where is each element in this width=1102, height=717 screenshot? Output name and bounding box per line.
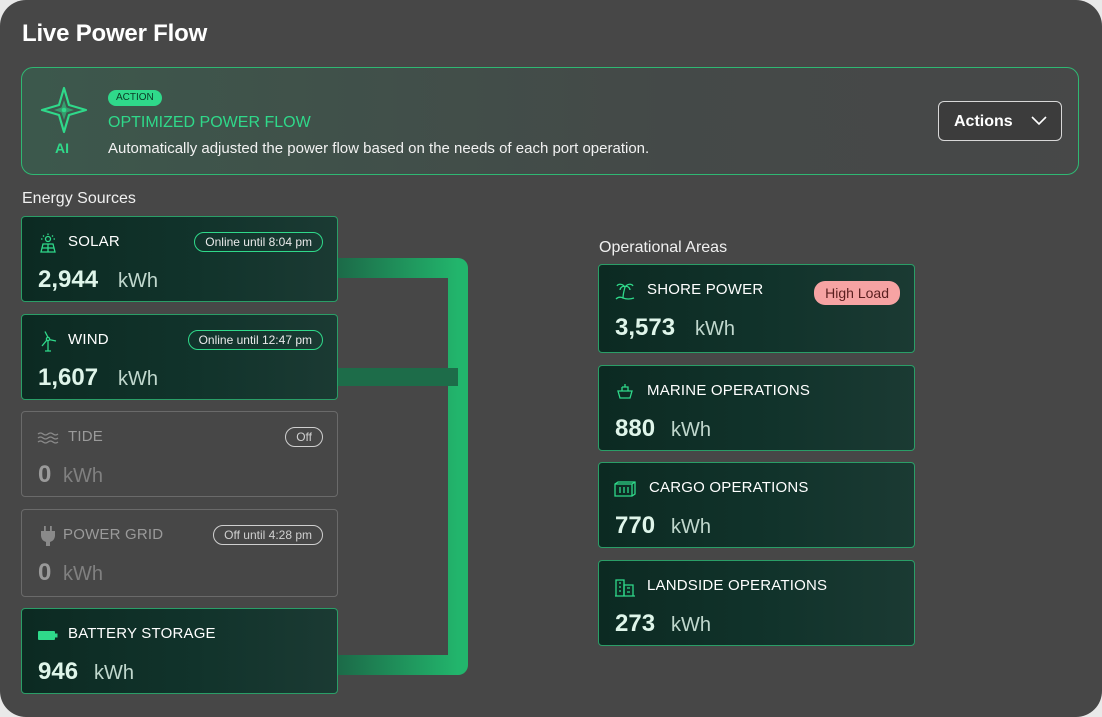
source-card-wind[interactable]: WIND Online until 12:47 pm 1,607 kWh <box>21 314 338 400</box>
palm-island-icon <box>615 283 635 300</box>
area-card-marine-operations[interactable]: MARINE OPERATIONS 880 kWh <box>598 365 915 451</box>
source-value: 2,944 <box>38 266 99 293</box>
source-name: BATTERY STORAGE <box>68 625 216 642</box>
waves-icon <box>37 432 59 444</box>
buildings-icon <box>615 579 635 597</box>
area-unit: kWh <box>671 614 711 636</box>
area-unit: kWh <box>671 419 711 441</box>
source-name: SOLAR <box>68 233 120 250</box>
area-card-shore-power[interactable]: SHORE POWER High Load 3,573 kWh <box>598 264 915 353</box>
source-card-tide[interactable]: TIDE Off 0 kWh <box>21 411 338 497</box>
area-value: 3,573 <box>615 314 676 341</box>
area-unit: kWh <box>695 318 735 340</box>
source-value: 1,607 <box>38 364 99 391</box>
solar-panel-icon <box>40 233 56 253</box>
area-value: 880 <box>615 415 656 442</box>
source-unit: kWh <box>118 368 158 390</box>
battery-icon <box>38 631 58 640</box>
flow-battery <box>338 600 468 675</box>
source-card-battery-storage[interactable]: BATTERY STORAGE 946 kWh <box>21 608 338 694</box>
source-name: WIND <box>68 331 109 348</box>
status-badge: Online until 12:47 pm <box>187 330 323 350</box>
source-unit: kWh <box>118 270 158 292</box>
status-badge: Online until 8:04 pm <box>194 232 323 252</box>
high-load-badge: High Load <box>814 281 900 305</box>
area-value: 273 <box>615 610 656 637</box>
area-value: 770 <box>615 512 656 539</box>
plug-icon <box>41 526 55 546</box>
source-unit: kWh <box>94 662 134 684</box>
area-name: CARGO OPERATIONS <box>649 479 809 496</box>
source-value: 0 <box>38 461 52 488</box>
source-name: TIDE <box>68 428 103 445</box>
source-unit: kWh <box>63 563 103 585</box>
container-icon <box>614 481 636 497</box>
ship-icon <box>617 384 633 399</box>
area-name: SHORE POWER <box>647 281 764 298</box>
source-card-power-grid[interactable]: POWER GRID Off until 4:28 pm 0 kWh <box>21 509 338 597</box>
source-name: POWER GRID <box>63 526 164 543</box>
area-card-landside-operations[interactable]: LANDSIDE OPERATIONS 273 kWh <box>598 560 915 646</box>
flow-solar <box>338 258 468 658</box>
live-power-flow-panel: Live Power Flow AI ACTION OPTIMIZED POWE… <box>0 0 1102 717</box>
source-unit: kWh <box>63 465 103 487</box>
area-name: MARINE OPERATIONS <box>647 382 811 399</box>
status-badge: Off <box>285 427 323 447</box>
area-unit: kWh <box>671 516 711 538</box>
area-name: LANDSIDE OPERATIONS <box>647 577 828 594</box>
source-value: 0 <box>38 559 52 586</box>
wind-turbine-icon <box>41 331 57 352</box>
source-value: 946 <box>38 658 79 685</box>
area-card-cargo-operations[interactable]: CARGO OPERATIONS 770 kWh <box>598 462 915 548</box>
source-card-solar[interactable]: SOLAR Online until 8:04 pm 2,944 kWh <box>21 216 338 302</box>
status-badge: Off until 4:28 pm <box>213 525 323 545</box>
